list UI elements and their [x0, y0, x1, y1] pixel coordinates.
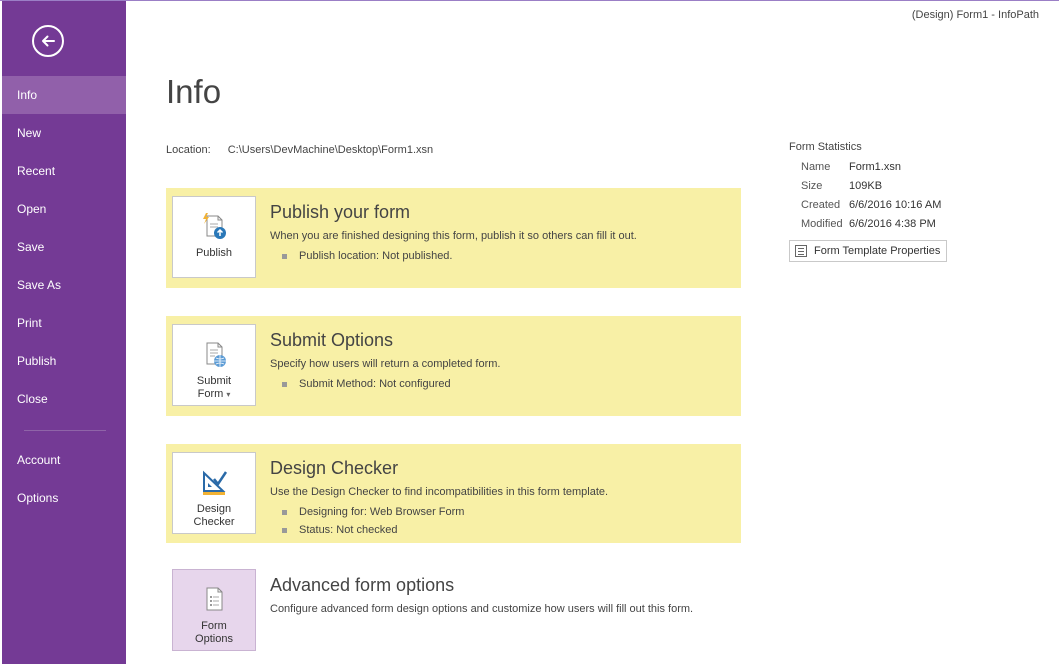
- window-title: (Design) Form1 - InfoPath: [911, 9, 1039, 21]
- advanced-options-body: Advanced form options Configure advanced…: [270, 575, 693, 661]
- location-label: Location:: [166, 144, 211, 156]
- publish-location-item: Publish location: Not published.: [282, 247, 637, 265]
- design-checker-title: Design Checker: [270, 458, 399, 478]
- checker-label-line1: Design: [196, 503, 232, 515]
- form-options-icon: [199, 584, 229, 614]
- publish-tile-button[interactable]: Publish: [172, 196, 256, 278]
- submit-form-tile-label: Submit Form ▾: [197, 375, 231, 401]
- publish-location-text: Publish location: Not published.: [299, 250, 453, 262]
- design-checker-description: Use the Design Checker to find incompati…: [270, 486, 609, 498]
- checker-status-text: Status: Not checked: [299, 524, 398, 536]
- bullet-icon: [282, 527, 287, 533]
- back-button[interactable]: [32, 25, 64, 57]
- publish-icon: [199, 211, 229, 241]
- submit-method-item: Submit Method: Not configured: [282, 375, 500, 393]
- design-checker-body: Design Checker Use the Design Checker to…: [270, 458, 608, 543]
- form-template-properties-label: Form Template Properties: [814, 245, 941, 257]
- submit-form-icon: [199, 339, 229, 369]
- nav-item-print[interactable]: Print: [2, 304, 126, 342]
- submit-label-line1: Submit: [196, 375, 232, 387]
- stat-row-created: Created 6/6/2016 10:16 AM: [789, 195, 947, 214]
- checker-label-line2: Checker: [193, 516, 235, 528]
- stat-value: 109KB: [849, 179, 883, 192]
- backstage-nav: Info New Recent Open Save Save As Print …: [2, 76, 126, 517]
- submit-title: Submit Options: [270, 330, 394, 350]
- advanced-options-section: Form Options Advanced form options Confi…: [166, 561, 741, 661]
- stat-row-modified: Modified 6/6/2016 4:38 PM: [789, 214, 947, 233]
- submit-label-line2: Form: [197, 388, 224, 400]
- submit-body: Submit Options Specify how users will re…: [270, 330, 500, 416]
- submit-section: Submit Form ▾ Submit Options Specify how…: [166, 316, 741, 416]
- nav-item-save-as[interactable]: Save As: [2, 266, 126, 304]
- submit-description: Specify how users will return a complete…: [270, 358, 501, 370]
- publish-title: Publish your form: [270, 202, 411, 222]
- location-path: C:\Users\DevMachine\Desktop\Form1.xsn: [227, 144, 434, 156]
- bullet-icon: [282, 381, 287, 387]
- stat-row-name: Name Form1.xsn: [789, 157, 947, 176]
- stat-value: 6/6/2016 4:38 PM: [849, 217, 936, 230]
- advanced-options-description: Configure advanced form design options a…: [270, 603, 694, 615]
- form-options-tile-label: Form Options: [195, 620, 233, 646]
- stat-key: Name: [801, 160, 831, 173]
- backstage-sidebar: Info New Recent Open Save Save As Print …: [2, 1, 126, 664]
- stat-key: Created: [801, 198, 841, 211]
- bullet-icon: [282, 509, 287, 515]
- properties-icon: [795, 245, 807, 257]
- advanced-options-title: Advanced form options: [270, 575, 455, 595]
- design-checker-tile-label: Design Checker: [194, 503, 235, 529]
- form-template-properties-button[interactable]: Form Template Properties: [789, 240, 948, 262]
- location-row: Location: C:\Users\DevMachine\Desktop\Fo…: [166, 144, 433, 156]
- publish-body: Publish your form When you are finished …: [270, 202, 637, 288]
- nav-item-publish[interactable]: Publish: [2, 342, 126, 380]
- submit-method-text: Submit Method: Not configured: [299, 378, 451, 390]
- nav-item-info[interactable]: Info: [2, 76, 126, 114]
- design-checker-icon: [199, 467, 229, 497]
- nav-item-open[interactable]: Open: [2, 190, 126, 228]
- infopath-backstage-window: Info New Recent Open Save Save As Print …: [0, 0, 1059, 664]
- nav-item-close[interactable]: Close: [2, 380, 126, 418]
- nav-item-save[interactable]: Save: [2, 228, 126, 266]
- designing-for-item: Designing for: Web Browser Form: [282, 503, 608, 521]
- form-options-tile-button[interactable]: Form Options: [172, 569, 256, 651]
- stat-value: 6/6/2016 10:16 AM: [849, 198, 942, 211]
- form-options-label-line2: Options: [195, 633, 233, 645]
- submit-form-tile-button[interactable]: Submit Form ▾: [172, 324, 256, 406]
- design-checker-section: Design Checker Design Checker Use the De…: [166, 444, 741, 543]
- checker-status-item: Status: Not checked: [282, 521, 608, 539]
- publish-section: Publish Publish your form When you are f…: [166, 188, 741, 288]
- back-arrow-icon: [42, 35, 55, 47]
- nav-divider: [24, 430, 106, 431]
- nav-item-options[interactable]: Options: [2, 479, 126, 517]
- stat-key: Modified: [801, 217, 843, 230]
- form-options-label-line1: Form: [201, 620, 227, 632]
- form-statistics-panel: Form Statistics Name Form1.xsn Size 109K…: [789, 141, 948, 262]
- design-checker-tile-button[interactable]: Design Checker: [172, 452, 256, 534]
- nav-item-account[interactable]: Account: [2, 441, 126, 479]
- publish-tile-label: Publish: [195, 247, 233, 259]
- stat-value: Form1.xsn: [849, 160, 901, 173]
- nav-item-recent[interactable]: Recent: [2, 152, 126, 190]
- dropdown-arrow-icon: ▾: [226, 390, 231, 399]
- publish-description: When you are finished designing this for…: [270, 230, 637, 242]
- bullet-icon: [282, 253, 287, 259]
- stat-key: Size: [801, 179, 823, 192]
- nav-item-new[interactable]: New: [2, 114, 126, 152]
- form-statistics-title: Form Statistics: [789, 141, 862, 153]
- designing-for-text: Designing for: Web Browser Form: [299, 506, 465, 518]
- page-title: Info: [166, 73, 222, 110]
- stat-row-size: Size 109KB: [789, 176, 947, 195]
